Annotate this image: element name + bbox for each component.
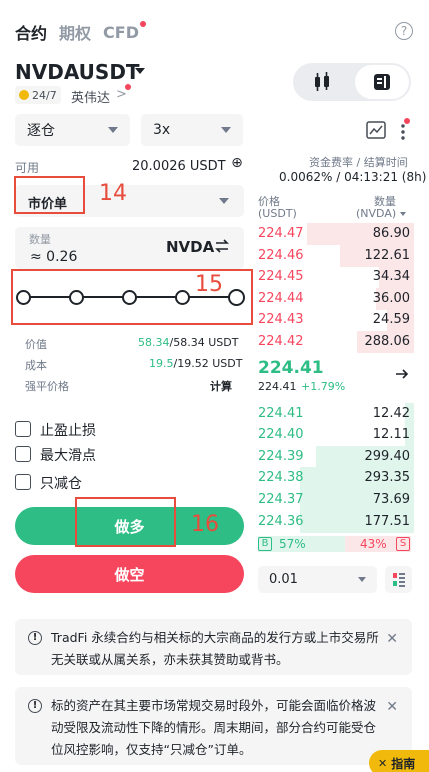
ask-row[interactable]: 224.44 36.00 bbox=[256, 288, 414, 310]
sell-ratio-badge: S bbox=[396, 537, 410, 551]
quantity-unit[interactable]: NVDA bbox=[166, 238, 214, 256]
info-icon: ! bbox=[28, 699, 42, 713]
trading-hours-badge: 24/7 bbox=[15, 86, 61, 104]
ask-row[interactable]: 224.45 34.34 bbox=[256, 266, 414, 288]
funding-label: 资金费率 / 结算时间 bbox=[309, 156, 408, 169]
bid-row[interactable]: 224.38 293.35 bbox=[256, 467, 414, 489]
chevron-down-icon bbox=[358, 577, 366, 582]
annotation-box-14 bbox=[14, 176, 85, 214]
bid-row[interactable]: 224.39 299.40 bbox=[256, 446, 414, 468]
bid-row[interactable]: 224.36 177.51 bbox=[256, 511, 414, 533]
reduce-only-label: 只减仓 bbox=[40, 476, 82, 492]
liq-price-calc[interactable]: 计算 bbox=[210, 378, 232, 394]
orderbook-layout-icon[interactable] bbox=[385, 566, 412, 593]
more-icon[interactable] bbox=[399, 118, 410, 145]
close-icon[interactable]: ✕ bbox=[386, 696, 398, 718]
ask-row[interactable]: 224.47 86.90 bbox=[256, 223, 414, 245]
funding-value: 0.0062% / 04:13:21 (8h) bbox=[279, 170, 427, 184]
guide-button[interactable]: ✕ 指南 bbox=[369, 750, 429, 772]
buy-ratio: 57% bbox=[279, 537, 306, 551]
chevron-down-icon bbox=[221, 127, 231, 133]
underlying-name[interactable]: 英伟达 bbox=[71, 87, 110, 106]
tp-sl-checkbox[interactable] bbox=[15, 421, 31, 437]
bid-row[interactable]: 224.37 73.69 bbox=[256, 489, 414, 511]
help-icon[interactable]: ? bbox=[395, 22, 413, 40]
available-value: 20.0026 USDT bbox=[132, 159, 226, 174]
notice-disclaimer: ! TradFi 永续合约与相关标的大宗商品的发行方或上市交易所无关联或从属关系… bbox=[15, 619, 412, 675]
swap-unit-icon[interactable] bbox=[214, 238, 230, 258]
annotation-box-16 bbox=[75, 497, 176, 547]
bid-row[interactable]: 224.40 12.11 bbox=[256, 424, 414, 446]
value-amount: 58.34/58.34 USDT bbox=[138, 336, 239, 349]
buy-ratio-badge: B bbox=[258, 537, 272, 551]
tab-futures[interactable]: 合约 bbox=[15, 20, 47, 44]
ask-row[interactable]: 224.46 122.61 bbox=[256, 245, 414, 267]
liq-price-label: 强平价格 bbox=[25, 380, 69, 393]
notification-dot bbox=[404, 118, 410, 124]
reduce-only-checkbox[interactable] bbox=[15, 474, 31, 490]
last-price: 224.41 bbox=[258, 358, 324, 378]
orderbook-icon[interactable] bbox=[355, 65, 409, 99]
bid-row[interactable]: 224.41 12.42 bbox=[256, 403, 414, 425]
annotation-number-15: 15 bbox=[195, 272, 223, 297]
chevron-down-icon bbox=[219, 198, 229, 204]
leverage-select[interactable]: 3x bbox=[141, 114, 243, 146]
quantity-label: 数量 bbox=[29, 233, 51, 246]
cost-amount: 19.5/19.52 USDT bbox=[149, 357, 243, 370]
sell-ratio: 43% bbox=[360, 537, 387, 551]
sun-icon bbox=[19, 90, 29, 100]
cost-label: 成本 bbox=[25, 359, 47, 372]
notification-dot bbox=[139, 20, 146, 27]
price-change: +1.79% bbox=[301, 380, 346, 393]
notification-dot bbox=[125, 84, 131, 90]
chevron-down-icon bbox=[399, 212, 406, 216]
available-label: 可用 bbox=[15, 161, 40, 175]
annotation-number-14: 14 bbox=[99, 181, 127, 206]
chart-candles-icon[interactable] bbox=[300, 69, 344, 95]
qty-unit-header[interactable]: (NVDA) bbox=[356, 207, 406, 220]
depth-step-select[interactable]: 0.01 bbox=[258, 566, 377, 593]
margin-mode-select[interactable]: 逐仓 bbox=[15, 114, 130, 146]
tp-sl-label: 止盈止损 bbox=[40, 423, 96, 439]
max-slippage-label: 最大滑点 bbox=[40, 448, 96, 464]
symbol-dropdown-icon[interactable] bbox=[135, 68, 145, 74]
info-icon: ! bbox=[28, 631, 42, 645]
quantity-value[interactable]: ≈ 0.26 bbox=[30, 249, 77, 265]
annotation-number-16: 16 bbox=[191, 512, 219, 537]
short-button[interactable]: 做空 bbox=[15, 555, 244, 593]
price-unit-header: (USDT) bbox=[258, 207, 297, 220]
close-icon[interactable]: ✕ bbox=[378, 757, 387, 770]
mark-price: 224.41 bbox=[258, 380, 297, 393]
tab-cfd[interactable]: CFD bbox=[103, 20, 146, 42]
transfer-plus-icon[interactable]: ⊕ bbox=[230, 156, 244, 172]
symbol-name[interactable]: NVDAUSDT bbox=[15, 60, 140, 84]
product-tabs: 合约 期权 CFD bbox=[15, 20, 146, 44]
max-slippage-checkbox[interactable] bbox=[15, 446, 31, 462]
close-icon[interactable]: ✕ bbox=[386, 628, 398, 650]
ask-row[interactable]: 224.43 24.59 bbox=[256, 309, 414, 331]
ask-row[interactable]: 224.42 288.06 bbox=[256, 331, 414, 353]
value-label: 价值 bbox=[25, 338, 47, 351]
chevron-down-icon bbox=[108, 127, 118, 133]
tab-options[interactable]: 期权 bbox=[59, 20, 91, 44]
arrow-right-icon[interactable] bbox=[395, 368, 409, 384]
notice-trading-hours: ! 标的资产在其主要市场常规交易时段外，可能会面临价格波动受限及流动性下降的情形… bbox=[15, 687, 412, 765]
chart-icon[interactable] bbox=[366, 121, 386, 143]
